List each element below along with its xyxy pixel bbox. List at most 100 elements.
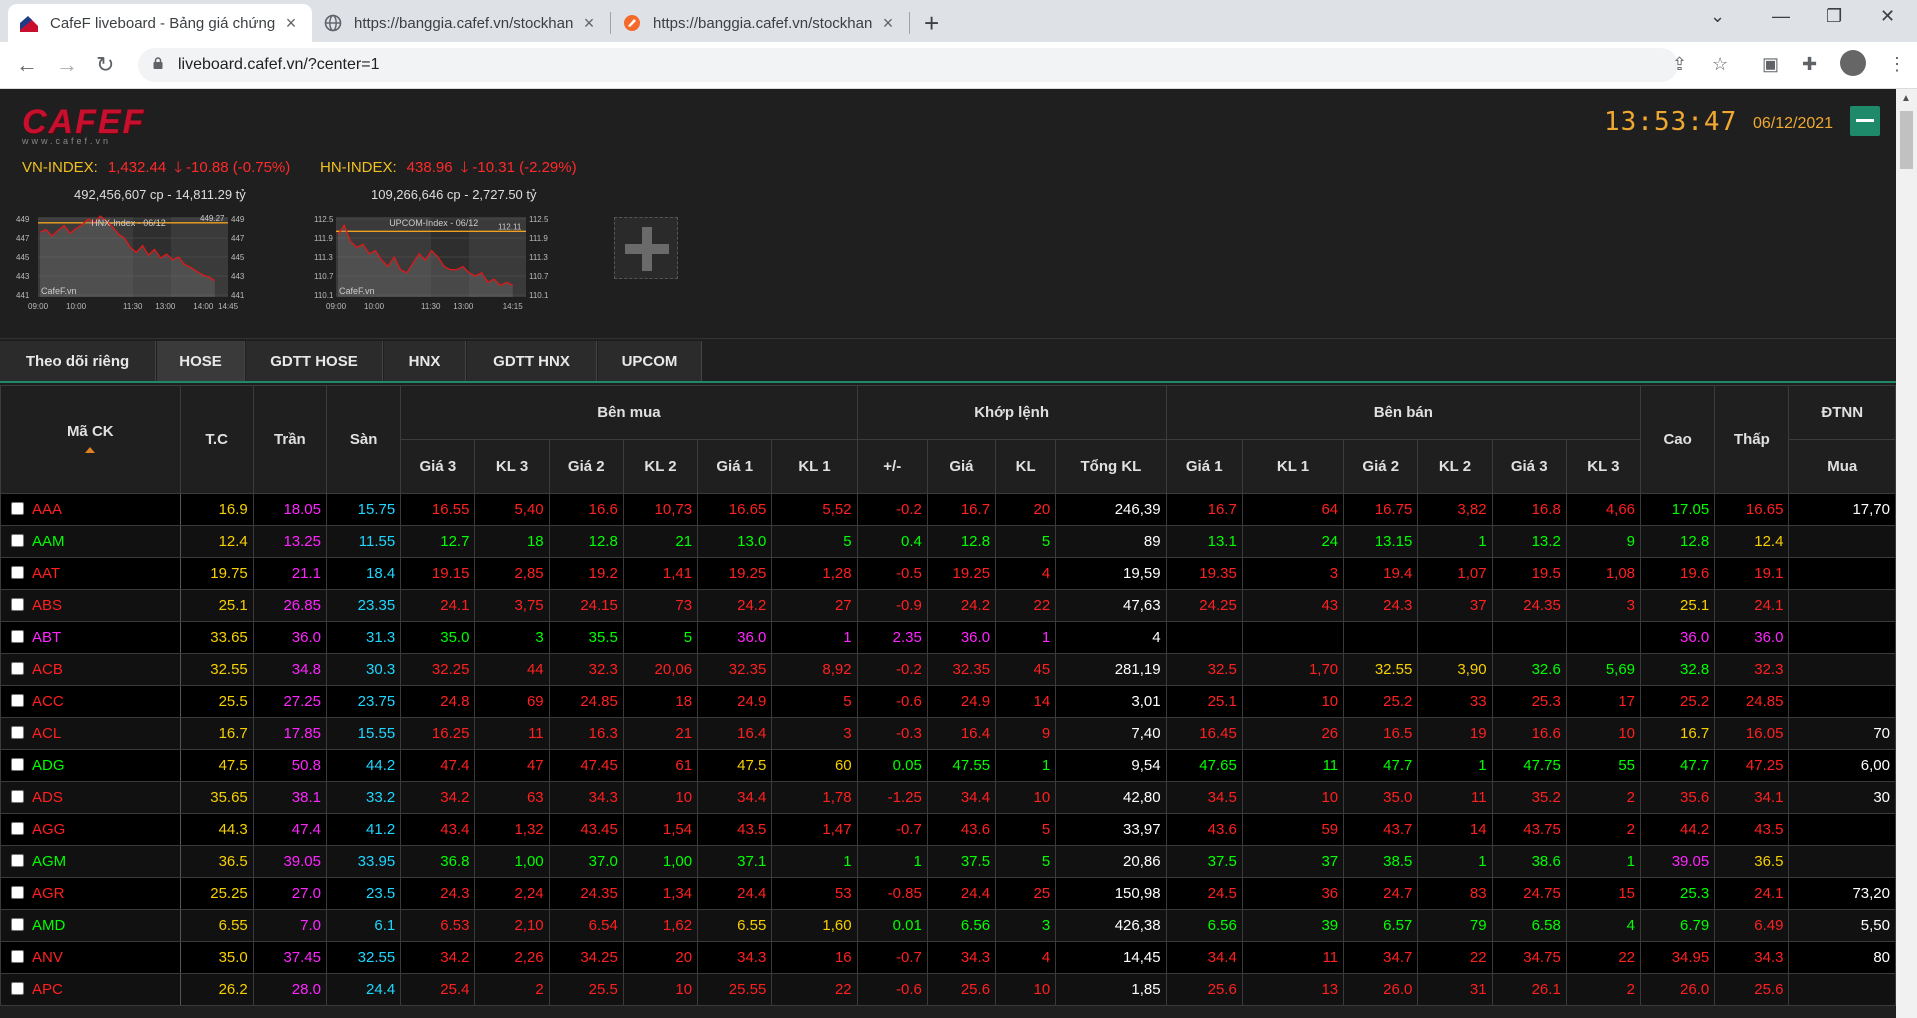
close-tab-icon[interactable]: × (282, 13, 300, 34)
table-row[interactable]: AMD 6.55 7.0 6.1 6.53 2,10 6.54 1,62 6.55 1,60 0.0… (0, 909, 1896, 942)
close-window-icon[interactable]: ✕ (1880, 6, 1895, 27)
watch-checkbox[interactable] (11, 566, 24, 579)
tab-theo-doi-rieng[interactable]: Theo dõi riêng (0, 341, 156, 381)
symbol-cell[interactable]: ADG (0, 749, 181, 782)
watch-checkbox[interactable] (11, 726, 24, 739)
browser-tab[interactable]: https://banggia.cafef.vn/stockhan × (611, 4, 909, 42)
tab-gdtt-hose[interactable]: GDTT HOSE (246, 341, 383, 381)
address-bar[interactable]: liveboard.cafef.vn/?center=1 (138, 48, 1678, 82)
share-icon[interactable]: ⇪ (1672, 54, 1687, 75)
extension-icon[interactable]: ▣ (1762, 54, 1779, 75)
symbol-cell[interactable]: ABS (0, 589, 181, 622)
watch-checkbox[interactable] (11, 758, 24, 771)
cell-b1: 25.55 (697, 973, 773, 1006)
scroll-thumb[interactable] (1900, 111, 1913, 169)
table-row[interactable]: AGG 44.3 47.4 41.2 43.4 1,32 43.45 1,54 43.5 1,47… (0, 813, 1896, 846)
board-header: CAFEF www.cafef.vn 13:53:47 06/12/2021 V… (0, 89, 1896, 339)
watch-checkbox[interactable] (11, 886, 24, 899)
col-symbol[interactable]: Mã CK (0, 385, 181, 494)
new-tab-button[interactable]: + (924, 8, 939, 39)
close-tab-icon[interactable]: × (879, 13, 897, 34)
watch-checkbox[interactable] (11, 822, 24, 835)
back-icon[interactable]: ← (16, 52, 38, 78)
table-row[interactable]: AAT 19.75 21.1 18.4 19.15 2,85 19.2 1,41 19.25 1,… (0, 557, 1896, 590)
restore-icon[interactable]: ❐ (1826, 6, 1842, 27)
cell-tc: 12.4 (179, 525, 254, 558)
cell-s2: 25.2 (1343, 685, 1419, 718)
table-row[interactable]: ANV 35.0 37.45 32.55 34.2 2,26 34.25 20 34.3 16 -0… (0, 941, 1896, 974)
puzzle-extensions-icon[interactable]: ✚ (1802, 54, 1817, 75)
table-row[interactable]: ABS 25.1 26.85 23.35 24.1 3,75 24.15 73 24.2 27 -0… (0, 589, 1896, 622)
page-scrollbar[interactable]: ▲ (1896, 89, 1917, 1018)
table-row[interactable]: AAM 12.4 13.25 11.55 12.7 18 12.8 21 13.0 5 0.4 12.… (0, 525, 1896, 558)
symbol-cell[interactable]: AGG (0, 813, 181, 846)
watch-checkbox[interactable] (11, 502, 24, 515)
minimize-icon[interactable]: — (1772, 6, 1790, 27)
watch-checkbox[interactable] (11, 662, 24, 675)
table-row[interactable]: ADG 47.5 50.8 44.2 47.4 47 47.45 61 47.5 60 0.05 47… (0, 749, 1896, 782)
watch-checkbox[interactable] (11, 630, 24, 643)
watch-checkbox[interactable] (11, 790, 24, 803)
symbol-cell[interactable]: AMD (0, 909, 181, 942)
cell-kl: 1 (995, 749, 1057, 782)
symbol-cell[interactable]: ABT (0, 621, 181, 654)
symbol-cell[interactable]: AAT (0, 557, 181, 590)
symbol-cell[interactable]: ACL (0, 717, 181, 750)
hnx-index-mini-chart[interactable]: 449 449 447 447 445 445 443 443 441 441 09:00 10:00… (14, 211, 252, 321)
watch-checkbox[interactable] (11, 598, 24, 611)
watch-checkbox[interactable] (11, 694, 24, 707)
symbol-cell[interactable]: AAM (0, 525, 181, 558)
cell-nn (1788, 685, 1896, 718)
table-row[interactable]: AAA 16.9 18.05 15.75 16.55 5,40 16.6 10,73 16.65… (0, 493, 1896, 526)
table-row[interactable]: ABT 33.65 36.0 31.3 35.0 3 35.5 5 36.0 1 2.35 36.0 1… (0, 621, 1896, 654)
add-chart-button[interactable] (614, 217, 678, 279)
chart-title: UPCOM-Index - 06/12 (389, 218, 478, 228)
symbol-code: ABT (32, 629, 62, 646)
symbol-cell[interactable]: ANV (0, 941, 181, 974)
symbol-cell[interactable]: AAA (0, 493, 181, 526)
close-tab-icon[interactable]: × (580, 13, 598, 34)
menu-kebab-icon[interactable]: ⋮ (1888, 54, 1906, 75)
cafef-logo[interactable]: CAFEF www.cafef.vn (22, 103, 145, 146)
col-ref: T.C (179, 385, 254, 494)
reload-icon[interactable]: ↻ (96, 52, 114, 78)
bookmark-star-icon[interactable]: ☆ (1712, 54, 1728, 75)
profile-avatar[interactable] (1840, 50, 1866, 76)
cell-san: 18.4 (325, 557, 402, 590)
table-row[interactable]: ACC 25.5 27.25 23.75 24.8 69 24.85 18 24.9 5 -0.6 2… (0, 685, 1896, 718)
cell-tran: 17.85 (252, 717, 328, 750)
table-row[interactable]: APC 26.2 28.0 24.4 25.4 2 25.5 10 25.55 22 -0.6 25.… (0, 973, 1896, 1006)
upcom-index-mini-chart[interactable]: 112.5 112.5 111.9 111.9 111.3 111.3 110.7 110.7… (312, 211, 550, 321)
cell-p: 43.6 (926, 813, 997, 846)
table-row[interactable]: ADS 35.65 38.1 33.2 34.2 63 34.3 10 34.4 1,78 -1.2… (0, 781, 1896, 814)
forward-icon[interactable]: → (56, 52, 78, 78)
watch-checkbox[interactable] (11, 534, 24, 547)
browser-tab[interactable]: https://banggia.cafef.vn/stockhan × (312, 4, 610, 42)
symbol-cell[interactable]: ADS (0, 781, 181, 814)
scroll-up-icon[interactable]: ▲ (1901, 93, 1911, 104)
symbol-cell[interactable]: APC (0, 973, 181, 1006)
watch-checkbox[interactable] (11, 854, 24, 867)
table-row[interactable]: AGR 25.25 27.0 23.5 24.3 2,24 24.35 1,34 24.4 53-… (0, 877, 1896, 910)
browser-tab-active[interactable]: CafeF liveboard - Bảng giá chứng × (8, 4, 312, 42)
lock-icon[interactable] (152, 57, 164, 69)
symbol-cell[interactable]: ACB (0, 653, 181, 686)
tab-hnx[interactable]: HNX (384, 341, 466, 381)
symbol-cell[interactable]: AGR (0, 877, 181, 910)
table-row[interactable]: ACL 16.7 17.85 15.55 16.25 11 16.3 21 16.4 3 -0.3 1… (0, 717, 1896, 750)
symbol-cell[interactable]: AGM (0, 845, 181, 878)
watch-checkbox[interactable] (11, 950, 24, 963)
collapse-header-button[interactable] (1850, 106, 1880, 136)
table-row[interactable]: ACB 32.55 34.8 30.3 32.25 44 32.3 20,06 32.35 8,9… (0, 653, 1896, 686)
table-row[interactable]: AGM 36.5 39.05 33.95 36.8 1,00 37.0 1,00 37.1 1 1 3… (0, 845, 1896, 878)
cell-s1: 24.5 (1165, 877, 1243, 910)
watch-checkbox[interactable] (11, 982, 24, 995)
watch-checkbox[interactable] (11, 918, 24, 931)
cell-p: 16.4 (926, 717, 997, 750)
symbol-cell[interactable]: ACC (0, 685, 181, 718)
cell-chg: 0.01 (856, 909, 928, 942)
tab-search-icon[interactable]: ⌄ (1710, 6, 1725, 27)
tab-hose[interactable]: HOSE (157, 341, 245, 381)
tab-gdtt-hnx[interactable]: GDTT HNX (467, 341, 597, 381)
tab-upcom[interactable]: UPCOM (598, 341, 702, 381)
